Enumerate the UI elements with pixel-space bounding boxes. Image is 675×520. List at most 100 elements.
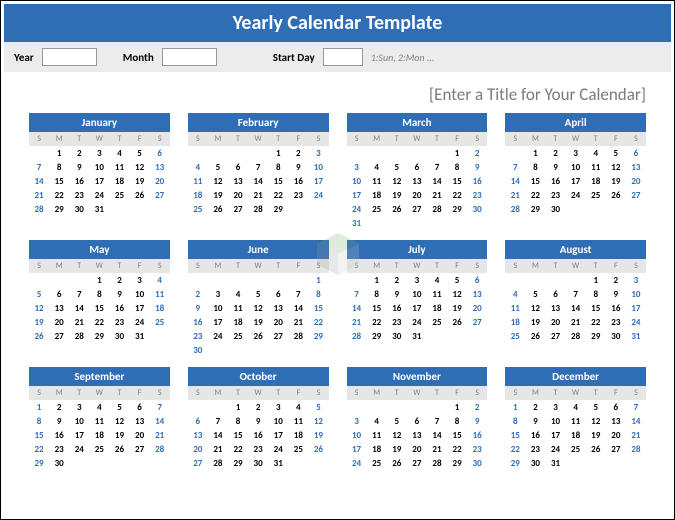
- day-cell: 24: [545, 442, 565, 456]
- day-cell: 21: [427, 188, 447, 202]
- day-cell: 12: [308, 414, 328, 428]
- day-cell: [208, 470, 228, 482]
- day-cell: 11: [505, 301, 525, 315]
- day-cell: [69, 470, 89, 482]
- month-header: July: [347, 240, 488, 259]
- startday-input[interactable]: [323, 48, 363, 66]
- day-cell: 10: [89, 160, 109, 174]
- month-block: JulySMTWTFS12345678910111213141516171819…: [347, 240, 488, 357]
- day-cell: 27: [130, 442, 150, 456]
- day-cell: 16: [545, 174, 565, 188]
- dow-cell: T: [228, 386, 248, 400]
- day-cell: 19: [308, 428, 328, 442]
- day-cell: 27: [467, 315, 487, 329]
- day-cell: 4: [109, 146, 129, 160]
- day-cell: 17: [347, 442, 367, 456]
- day-cell: [545, 470, 565, 482]
- days-grid: 1234567891011121314151617181920212223242…: [29, 273, 170, 355]
- day-cell: 14: [248, 174, 268, 188]
- day-cell: [130, 202, 150, 216]
- dow-cell: T: [109, 259, 129, 273]
- dow-cell: M: [49, 259, 69, 273]
- day-cell: 20: [606, 428, 626, 442]
- day-cell: 9: [109, 287, 129, 301]
- day-cell: [49, 216, 69, 228]
- days-grid: 1234567891011121314151617181920212223242…: [188, 146, 329, 228]
- day-cell: 6: [467, 273, 487, 287]
- day-cell: 25: [228, 329, 248, 343]
- day-cell: [566, 202, 586, 216]
- day-cell: 24: [130, 315, 150, 329]
- day-cell: 31: [545, 456, 565, 470]
- day-cell: 19: [248, 315, 268, 329]
- day-cell: 27: [268, 329, 288, 343]
- dow-cell: S: [188, 132, 208, 146]
- dow-cell: W: [407, 386, 427, 400]
- day-cell: [109, 470, 129, 482]
- day-cell: 27: [150, 188, 170, 202]
- day-cell: 14: [69, 301, 89, 315]
- day-cell: [626, 343, 646, 355]
- day-cell: 13: [545, 301, 565, 315]
- day-cell: 25: [288, 442, 308, 456]
- dow-cell: F: [447, 132, 467, 146]
- dow-cell: M: [208, 132, 228, 146]
- day-cell: 29: [447, 456, 467, 470]
- day-cell: 29: [447, 202, 467, 216]
- day-cell: 6: [228, 160, 248, 174]
- day-cell: 3: [347, 160, 367, 174]
- day-cell: 16: [467, 428, 487, 442]
- day-cell: 27: [606, 442, 626, 456]
- days-grid: 1234567891011121314151617181920212223242…: [347, 273, 488, 355]
- day-cell: 18: [586, 174, 606, 188]
- day-cell: 28: [505, 202, 525, 216]
- calendar-title-placeholder[interactable]: [Enter a Title for Your Calendar]: [1, 72, 674, 113]
- day-cell: 16: [49, 428, 69, 442]
- day-cell: 21: [566, 315, 586, 329]
- day-cell: 1: [29, 400, 49, 414]
- day-cell: 24: [268, 442, 288, 456]
- day-cell: 22: [89, 315, 109, 329]
- day-cell: 8: [268, 160, 288, 174]
- dow-cell: S: [626, 132, 646, 146]
- day-cell: 22: [586, 315, 606, 329]
- dow-cell: T: [69, 259, 89, 273]
- day-cell: 4: [427, 273, 447, 287]
- dow-row: SMTWTFS: [188, 386, 329, 400]
- day-cell: 23: [69, 188, 89, 202]
- day-cell: 13: [407, 428, 427, 442]
- day-cell: 29: [308, 329, 328, 343]
- day-cell: 13: [407, 174, 427, 188]
- day-cell: 2: [109, 273, 129, 287]
- dow-cell: M: [367, 386, 387, 400]
- day-cell: 10: [268, 414, 288, 428]
- day-cell: [69, 456, 89, 470]
- day-cell: 7: [427, 160, 447, 174]
- day-cell: 8: [447, 414, 467, 428]
- day-cell: 3: [347, 414, 367, 428]
- day-cell: [268, 470, 288, 482]
- day-cell: [308, 456, 328, 470]
- day-cell: 13: [626, 160, 646, 174]
- day-cell: 1: [49, 146, 69, 160]
- day-cell: 26: [308, 442, 328, 456]
- dow-cell: M: [49, 386, 69, 400]
- days-grid: 1234567891011121314151617181920212223242…: [505, 146, 646, 228]
- day-cell: 19: [29, 315, 49, 329]
- day-cell: 28: [427, 202, 447, 216]
- day-cell: 22: [49, 188, 69, 202]
- day-cell: 31: [347, 216, 367, 230]
- month-input[interactable]: [162, 48, 217, 66]
- dow-cell: F: [130, 259, 150, 273]
- day-cell: 22: [447, 442, 467, 456]
- day-cell: 8: [505, 414, 525, 428]
- day-cell: 3: [130, 273, 150, 287]
- day-cell: 5: [248, 287, 268, 301]
- day-cell: [367, 400, 387, 414]
- year-input[interactable]: [42, 48, 97, 66]
- day-cell: 10: [407, 287, 427, 301]
- day-cell: 14: [29, 174, 49, 188]
- day-cell: 2: [69, 146, 89, 160]
- day-cell: 20: [130, 428, 150, 442]
- day-cell: 10: [69, 414, 89, 428]
